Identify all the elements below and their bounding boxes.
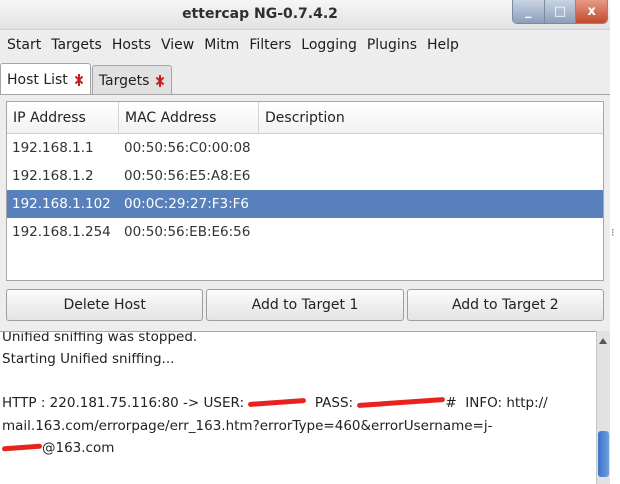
column-description[interactable]: Description [259, 102, 603, 133]
maximize-button[interactable]: □ [543, 0, 576, 23]
menu-help[interactable]: Help [422, 37, 464, 53]
close-tab-icon[interactable] [155, 74, 165, 87]
log-line: mail.163.com/errorpage/err_163.htm?error… [2, 418, 493, 434]
tab-targets-label: Targets [98, 72, 150, 89]
redacted-password [357, 396, 445, 410]
tab-host-list-label: Host List [7, 71, 68, 88]
log-line-credentials: HTTP : 220.181.75.116:80 -> USER: PASS: … [2, 395, 548, 411]
ettercap-window: ettercap NG-0.7.4.2 _ □ x Start Targets … [0, 0, 610, 484]
scroll-thumb[interactable] [598, 431, 609, 477]
edge-glyph: ⁝ [611, 226, 615, 239]
host-actions: Delete Host Add to Target 1 Add to Targe… [6, 289, 604, 321]
menu-hosts[interactable]: Hosts [107, 37, 156, 53]
scroll-up-arrow-icon[interactable] [599, 338, 607, 344]
mac-cell: 00:0C:29:27:F3:F6 [124, 196, 250, 212]
minimize-button[interactable]: _ [513, 0, 544, 23]
close-window-button[interactable]: x [575, 0, 607, 23]
mac-cell: 00:50:56:E5:A8:E6 [124, 168, 251, 184]
background-edge [610, 0, 620, 484]
log-text: PASS: [306, 395, 358, 411]
log-line: Starting Unified sniffing... [2, 351, 175, 367]
host-table: IP Address MAC Address Description 192.1… [6, 101, 604, 281]
host-table-header: IP Address MAC Address Description [7, 102, 603, 134]
menu-plugins[interactable]: Plugins [362, 37, 422, 53]
window-controls: _ □ x [512, 0, 608, 24]
log-line-email: @163.com [2, 440, 114, 456]
menu-targets[interactable]: Targets [46, 37, 107, 53]
table-row[interactable]: 192.168.1.254 00:50:56:EB:E6:56 [7, 218, 603, 246]
tab-host-list[interactable]: Host List [0, 63, 91, 95]
mac-cell: 00:50:56:C0:00:08 [124, 140, 251, 156]
redacted-email-user [2, 441, 42, 455]
column-ip-address[interactable]: IP Address [7, 102, 119, 133]
log-scrollbar[interactable] [596, 331, 610, 484]
table-row[interactable]: 192.168.1.2 00:50:56:E5:A8:E6 [7, 162, 603, 190]
window-title: ettercap NG-0.7.4.2 [182, 6, 338, 22]
log-text: HTTP : 220.181.75.116:80 -> USER: [2, 395, 249, 411]
host-list-panel: IP Address MAC Address Description 192.1… [0, 94, 610, 330]
delete-host-button[interactable]: Delete Host [6, 289, 204, 321]
table-row-selected[interactable]: 192.168.1.102 00:0C:29:27:F3:F6 [7, 190, 603, 218]
menu-filters[interactable]: Filters [244, 37, 296, 53]
log-text: @163.com [42, 440, 115, 456]
title-bar[interactable]: ettercap NG-0.7.4.2 _ □ x [0, 0, 610, 30]
table-row[interactable]: 192.168.1.1 00:50:56:C0:00:08 [7, 134, 603, 162]
log-text: # INFO: http:// [445, 395, 548, 411]
mac-cell: 00:50:56:EB:E6:56 [124, 224, 251, 240]
menu-logging[interactable]: Logging [296, 37, 362, 53]
tab-targets[interactable]: Targets [91, 65, 173, 95]
column-mac-address[interactable]: MAC Address [119, 102, 259, 133]
tab-bar: Host List Targets [0, 63, 173, 95]
menu-mitm[interactable]: Mitm [199, 37, 244, 53]
menu-view[interactable]: View [156, 37, 199, 53]
add-to-target-1-button[interactable]: Add to Target 1 [206, 289, 404, 321]
log-line: Unified sniffing was stopped. [2, 331, 198, 345]
ip-cell: 192.168.1.102 [12, 196, 111, 212]
menu-start[interactable]: Start [2, 37, 46, 53]
menu-bar: Start Targets Hosts View Mitm Filters Lo… [0, 31, 610, 58]
close-tab-icon[interactable] [74, 73, 84, 86]
redacted-username [248, 396, 306, 410]
add-to-target-2-button[interactable]: Add to Target 2 [406, 289, 604, 321]
ip-cell: 192.168.1.1 [12, 140, 94, 156]
ip-cell: 192.168.1.254 [12, 224, 111, 240]
ip-cell: 192.168.1.2 [12, 168, 94, 184]
log-output[interactable]: Unified sniffing was stopped. Starting U… [0, 331, 596, 484]
